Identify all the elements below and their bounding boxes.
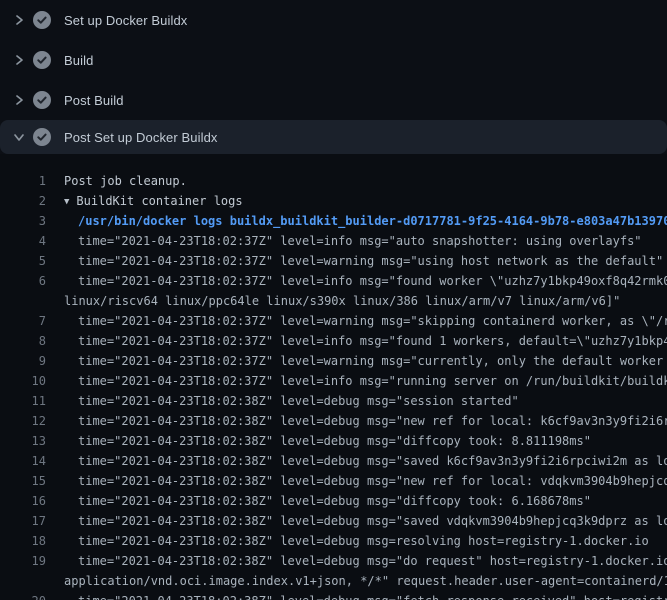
- log-line: application/vnd.oci.image.index.v1+json,…: [0, 571, 667, 591]
- log-line-number[interactable]: 4: [0, 231, 46, 251]
- log-text: time="2021-04-23T18:02:38Z" level=debug …: [78, 551, 667, 571]
- step-row-post-set-up-docker-buildx[interactable]: Post Set up Docker Buildx: [0, 120, 667, 154]
- check-circle-icon: [33, 128, 51, 146]
- log-line: 3/usr/bin/docker logs buildx_buildkit_bu…: [0, 211, 667, 231]
- check-circle-icon: [33, 51, 51, 69]
- chevron-down-icon: [12, 130, 26, 144]
- log-line-number[interactable]: 8: [0, 331, 46, 351]
- log-line: 10 time="2021-04-23T18:02:37Z" level=info…: [0, 371, 667, 391]
- log-line: 17 time="2021-04-23T18:02:38Z" level=debu…: [0, 511, 667, 531]
- log-line-number[interactable]: 17: [0, 511, 46, 531]
- log-line: 7 time="2021-04-23T18:02:37Z" level=warni…: [0, 311, 667, 331]
- log-line-number[interactable]: 5: [0, 251, 46, 271]
- log-text: time="2021-04-23T18:02:38Z" level=debug …: [78, 471, 667, 491]
- log-text: time="2021-04-23T18:02:38Z" level=debug …: [78, 391, 519, 411]
- step-row-set-up-docker-buildx[interactable]: Set up Docker Buildx: [0, 0, 667, 40]
- log-line-number[interactable]: 20: [0, 591, 46, 600]
- log-text: time="2021-04-23T18:02:37Z" level=warnin…: [78, 351, 667, 371]
- log-line: 13 time="2021-04-23T18:02:38Z" level=debu…: [0, 431, 667, 451]
- log-line: 14 time="2021-04-23T18:02:38Z" level=debu…: [0, 451, 667, 471]
- log-line: linux/riscv64 linux/ppc64le linux/s390x …: [0, 291, 667, 311]
- log-group-header[interactable]: ▼ BuildKit container logs: [64, 191, 243, 211]
- log-text: time="2021-04-23T18:02:38Z" level=debug …: [78, 451, 667, 471]
- check-circle-icon: [33, 11, 51, 29]
- log-line-number[interactable]: 12: [0, 411, 46, 431]
- log-line-number[interactable]: 9: [0, 351, 46, 371]
- log-line: 18 time="2021-04-23T18:02:38Z" level=debu…: [0, 531, 667, 551]
- log-line: 5 time="2021-04-23T18:02:37Z" level=warni…: [0, 251, 667, 271]
- log-line: 1 Post job cleanup.: [0, 171, 667, 191]
- log-text: time="2021-04-23T18:02:38Z" level=debug …: [78, 431, 591, 451]
- log-line: 15 time="2021-04-23T18:02:38Z" level=debu…: [0, 471, 667, 491]
- log-line: 8 time="2021-04-23T18:02:37Z" level=info …: [0, 331, 667, 351]
- log-line: 6 time="2021-04-23T18:02:37Z" level=info …: [0, 271, 667, 291]
- log-text: linux/riscv64 linux/ppc64le linux/s390x …: [64, 291, 620, 311]
- log-line-number[interactable]: 7: [0, 311, 46, 331]
- step-label: Build: [64, 53, 93, 68]
- log-text: time="2021-04-23T18:02:37Z" level=info m…: [78, 271, 667, 291]
- steps-list: Set up Docker Buildx Build Post Build Post …: [0, 0, 667, 154]
- log-line: 19 time="2021-04-23T18:02:38Z" level=debu…: [0, 551, 667, 571]
- step-label: Set up Docker Buildx: [64, 13, 187, 28]
- log-line-number[interactable]: 11: [0, 391, 46, 411]
- log-line-number[interactable]: 14: [0, 451, 46, 471]
- chevron-right-icon: [12, 53, 26, 67]
- log-text: time="2021-04-23T18:02:38Z" level=debug …: [78, 491, 591, 511]
- log-line: 2 ▼ BuildKit container logs: [0, 191, 667, 211]
- log-text: time="2021-04-23T18:02:37Z" level=info m…: [78, 371, 667, 391]
- log-text: time="2021-04-23T18:02:37Z" level=warnin…: [78, 251, 663, 271]
- log-line: 12 time="2021-04-23T18:02:38Z" level=debu…: [0, 411, 667, 431]
- log-line: 4 time="2021-04-23T18:02:37Z" level=info …: [0, 231, 667, 251]
- log-text: Post job cleanup.: [64, 171, 187, 191]
- log-text: time="2021-04-23T18:02:38Z" level=debug …: [78, 411, 667, 431]
- log-line-number[interactable]: 18: [0, 531, 46, 551]
- log-group-label: BuildKit container logs: [76, 194, 242, 208]
- log-line-number[interactable]: 19: [0, 551, 46, 571]
- log-line-number[interactable]: 6: [0, 271, 46, 291]
- check-circle-icon: [33, 91, 51, 109]
- log-text: time="2021-04-23T18:02:38Z" level=debug …: [78, 511, 667, 531]
- log-line-number[interactable]: 16: [0, 491, 46, 511]
- log-line-number[interactable]: 15: [0, 471, 46, 491]
- log-text: time="2021-04-23T18:02:37Z" level=info m…: [78, 231, 642, 251]
- log-line-number[interactable]: 13: [0, 431, 46, 451]
- log-line-number[interactable]: 3: [0, 211, 46, 231]
- chevron-right-icon: [12, 13, 26, 27]
- log-viewer: 1 Post job cleanup. 2 ▼ BuildKit container l…: [0, 154, 667, 600]
- log-line: 16 time="2021-04-23T18:02:38Z" level=debu…: [0, 491, 667, 511]
- log-line: 11 time="2021-04-23T18:02:38Z" level=debu…: [0, 391, 667, 411]
- step-label: Post Build: [64, 93, 124, 108]
- log-text: time="2021-04-23T18:02:37Z" level=info m…: [78, 331, 667, 351]
- log-text: time="2021-04-23T18:02:38Z" level=debug …: [78, 531, 649, 551]
- log-line-number[interactable]: 2: [0, 191, 46, 211]
- log-text: time="2021-04-23T18:02:37Z" level=warnin…: [78, 311, 667, 331]
- log-line: 9 time="2021-04-23T18:02:37Z" level=warni…: [0, 351, 667, 371]
- step-row-post-build[interactable]: Post Build: [0, 80, 667, 120]
- chevron-right-icon: [12, 93, 26, 107]
- log-text: time="2021-04-23T18:02:38Z" level=debug …: [78, 591, 667, 600]
- log-line: 20 time="2021-04-23T18:02:38Z" level=debu…: [0, 591, 667, 600]
- step-row-build[interactable]: Build: [0, 40, 667, 80]
- log-group-caret-icon: ▼: [64, 192, 69, 211]
- log-line-number[interactable]: 1: [0, 171, 46, 191]
- step-label: Post Set up Docker Buildx: [64, 130, 218, 145]
- log-text: application/vnd.oci.image.index.v1+json,…: [64, 571, 667, 591]
- log-command-text: /usr/bin/docker logs buildx_buildkit_bui…: [78, 211, 667, 231]
- log-line-number[interactable]: 10: [0, 371, 46, 391]
